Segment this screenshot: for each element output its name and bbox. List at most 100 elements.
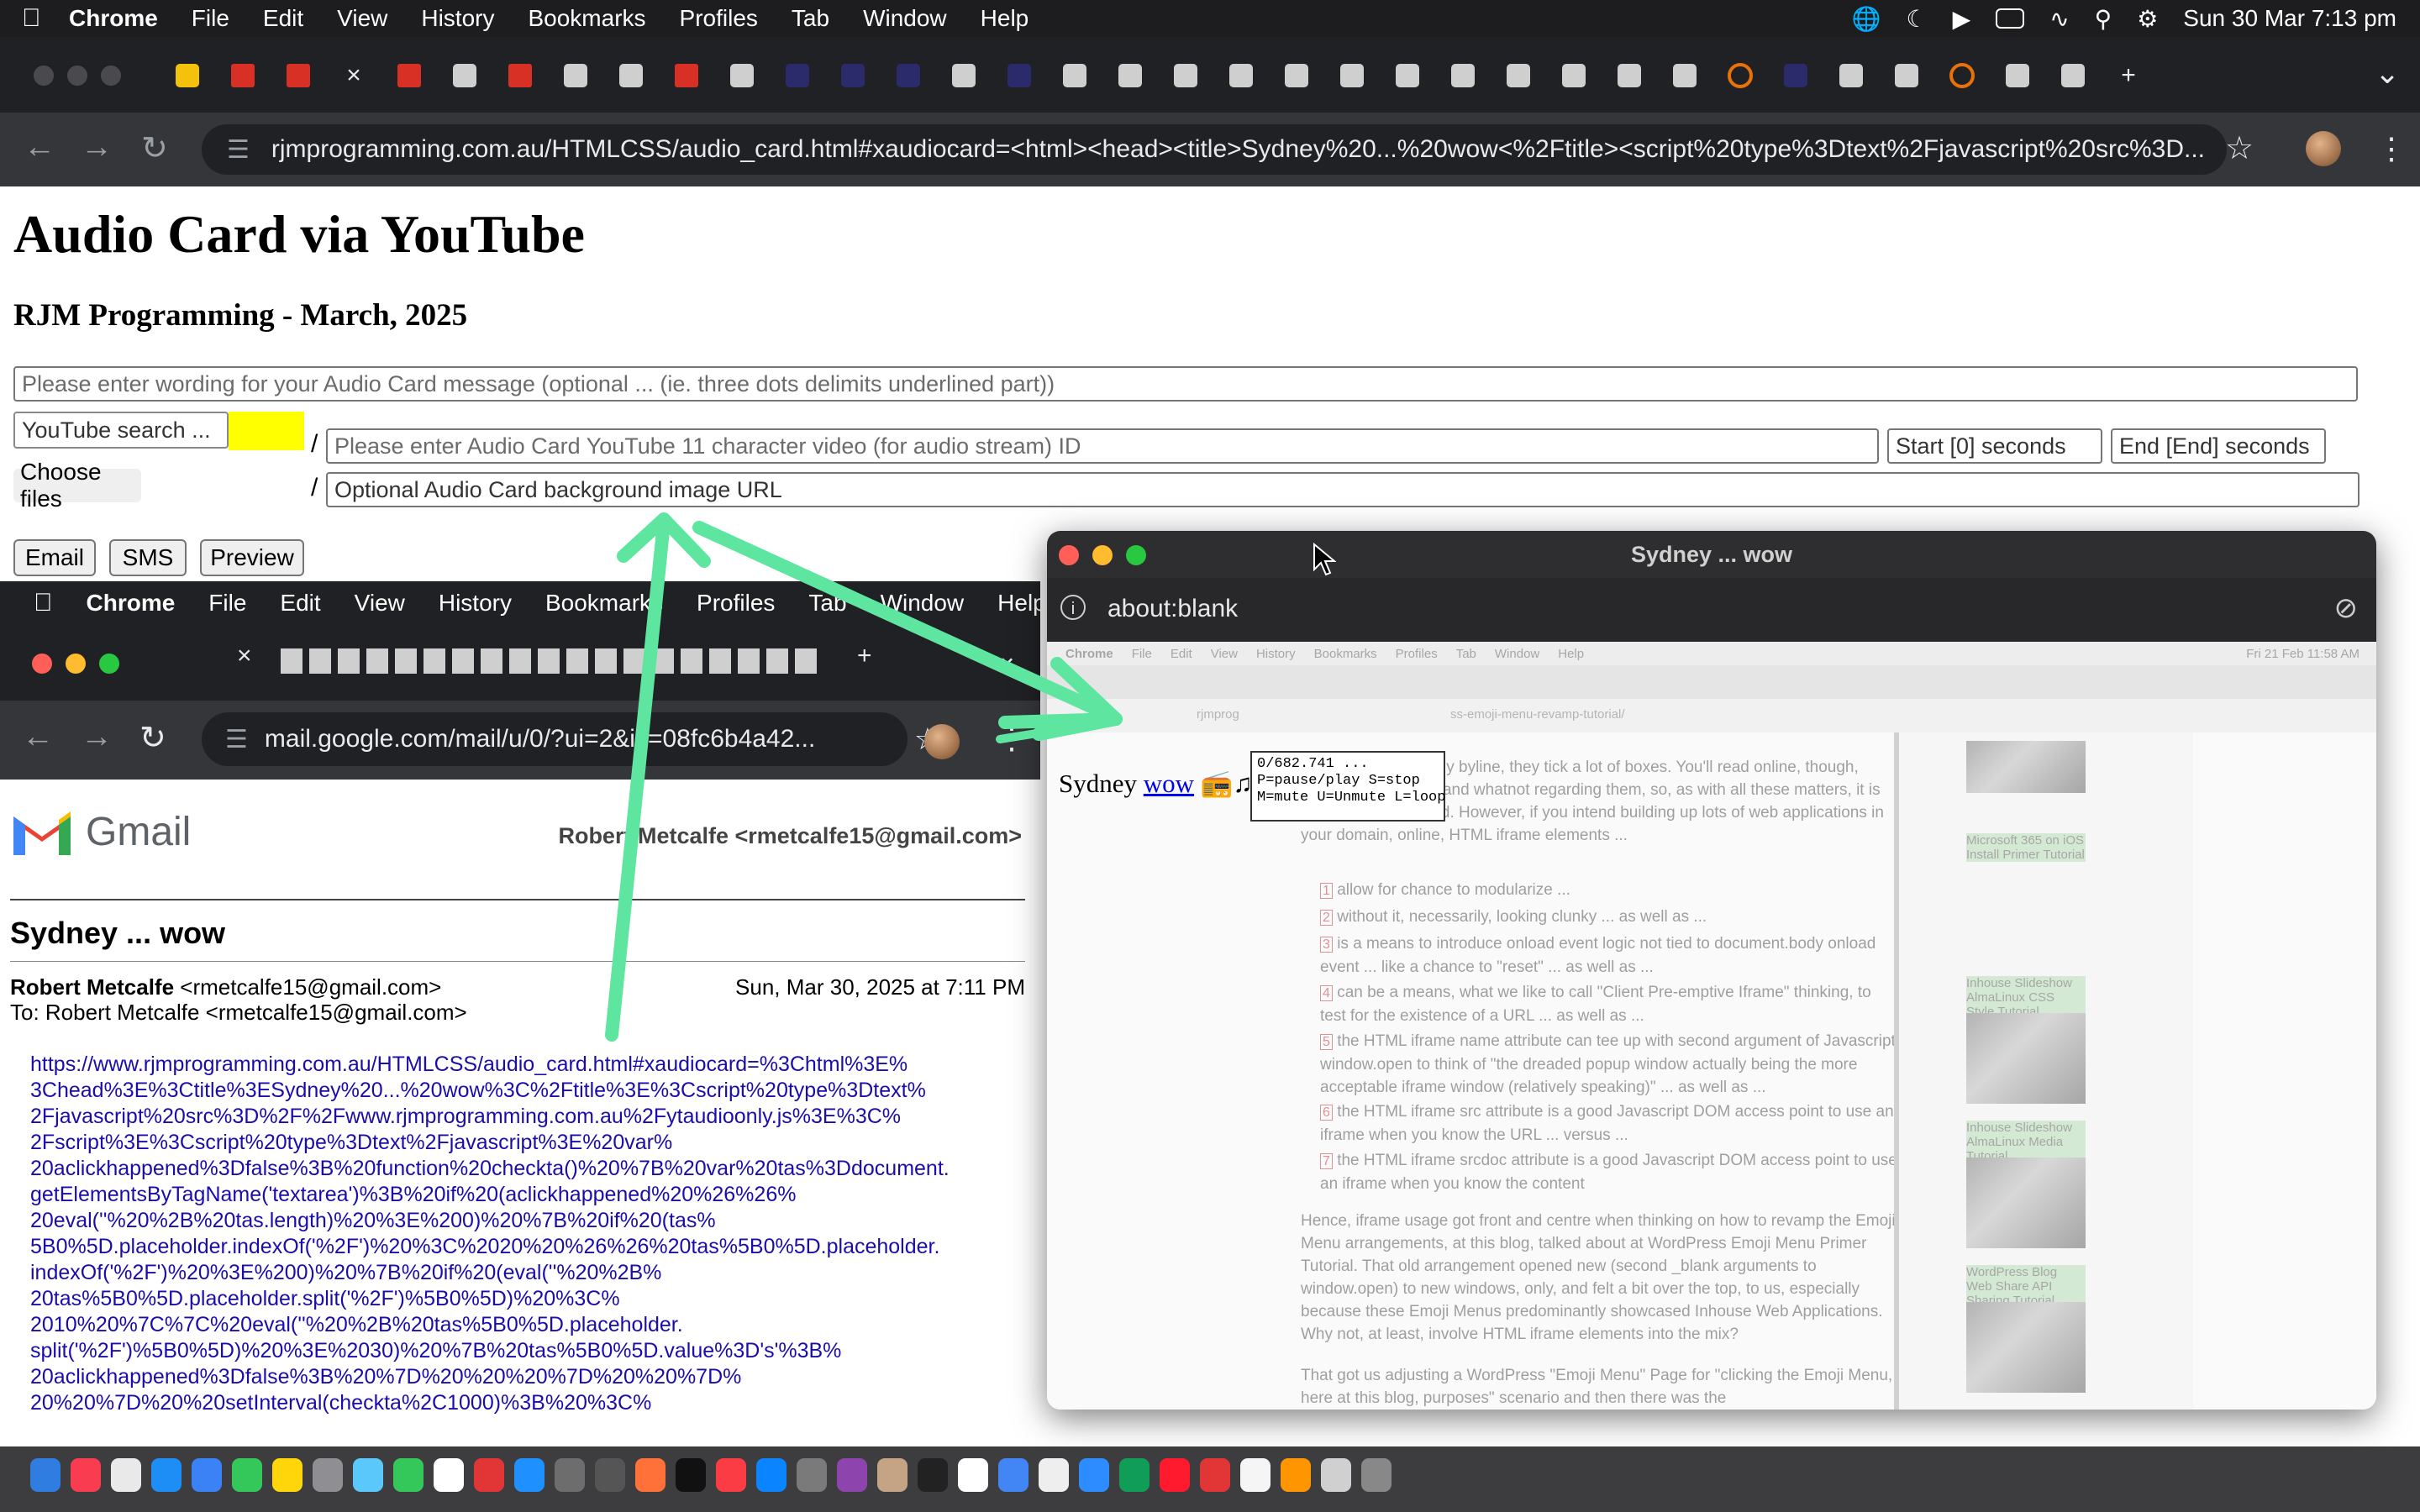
eye-slash-icon[interactable]: ⊘ bbox=[2334, 591, 2359, 625]
tab[interactable] bbox=[1435, 57, 1491, 94]
trash-icon[interactable] bbox=[1361, 1458, 1392, 1492]
menu-edit[interactable]: Edit bbox=[263, 5, 303, 32]
apple-tv-icon[interactable] bbox=[676, 1458, 706, 1492]
menu-file[interactable]: File bbox=[192, 5, 229, 32]
now-playing-icon[interactable]: ▶ bbox=[1953, 5, 1971, 33]
address-url[interactable]: rjmprogramming.com.au/HTMLCSS/audio_card… bbox=[271, 135, 2205, 164]
apple-menu-icon[interactable]:  bbox=[22, 4, 69, 33]
new-tab-button[interactable]: + bbox=[2101, 57, 2156, 94]
tab-search-chevron-icon[interactable]: ⌄ bbox=[997, 642, 1018, 671]
email-body-line[interactable]: 5B0%5D.placeholder.indexOf('%2F')%20%3C%… bbox=[30, 1234, 997, 1260]
calculator-icon[interactable] bbox=[555, 1458, 585, 1492]
reload-icon[interactable]: ↻ bbox=[141, 129, 168, 167]
more-menu-icon[interactable]: ⋮ bbox=[997, 721, 1027, 756]
tab[interactable] bbox=[1990, 57, 2045, 94]
textedit-icon[interactable] bbox=[434, 1458, 464, 1492]
address-bar[interactable]: ☰ rjmprogramming.com.au/HTMLCSS/audio_ca… bbox=[202, 124, 2227, 175]
background-image-url-input[interactable]: Optional Audio Card background image URL bbox=[326, 472, 2360, 507]
tab[interactable] bbox=[1047, 57, 1102, 94]
focus-moon-icon[interactable]: ☾ bbox=[1907, 5, 1928, 33]
control-center-icon[interactable]: ⚙ bbox=[2137, 5, 2158, 33]
email-body-line[interactable]: 20eval(''%20%2B%20tas.length)%20%3E%200)… bbox=[30, 1208, 997, 1234]
photos-icon[interactable] bbox=[353, 1458, 383, 1492]
utilities-icon[interactable] bbox=[595, 1458, 625, 1492]
email-body-line[interactable]: split('%2F')%5B0%5D)%20%3E%2030)%20%7B%2… bbox=[30, 1338, 997, 1364]
menu-file[interactable]: File bbox=[208, 590, 246, 617]
drive-icon[interactable] bbox=[1119, 1458, 1150, 1492]
menu-help[interactable]: Help bbox=[981, 5, 1029, 32]
popup-title-bar[interactable]: Sydney ... wow bbox=[1047, 531, 2376, 578]
wifi-icon[interactable]: ∿ bbox=[2049, 5, 2069, 33]
firefox-icon[interactable] bbox=[635, 1458, 666, 1492]
document-icon[interactable] bbox=[1240, 1458, 1270, 1492]
address-bar[interactable]: ☰ mail.google.com/mail/u/0/?ui=2&ik=08fc… bbox=[202, 712, 941, 766]
menu-tab[interactable]: Tab bbox=[808, 590, 846, 617]
menubar-clock[interactable]: Sun 30 Mar 7:13 pm bbox=[2183, 5, 2396, 32]
email-body-line[interactable]: 2010%20%7C%7C%20eval(''%20%2B%20tas%5B0%… bbox=[30, 1312, 997, 1338]
info-icon[interactable]: i bbox=[1060, 595, 1086, 620]
tab[interactable] bbox=[659, 57, 714, 94]
tab[interactable] bbox=[1823, 57, 1879, 94]
tab[interactable] bbox=[1712, 57, 1768, 94]
window-minimize-button[interactable] bbox=[66, 654, 86, 674]
end-seconds-input[interactable]: End [End] seconds bbox=[2111, 428, 2326, 464]
tab[interactable] bbox=[1102, 57, 1158, 94]
back-arrow-icon[interactable]: ← bbox=[22, 719, 54, 755]
address-url[interactable]: mail.google.com/mail/u/0/?ui=2&ik=08fc6b… bbox=[265, 725, 815, 753]
back-arrow-icon[interactable]: ← bbox=[24, 129, 55, 165]
safari-icon[interactable] bbox=[151, 1458, 182, 1492]
menu-history[interactable]: History bbox=[439, 590, 512, 617]
active-tab-close[interactable]: × bbox=[326, 57, 381, 94]
site-info-icon[interactable]: ☰ bbox=[227, 135, 250, 165]
terminal-icon[interactable] bbox=[918, 1458, 948, 1492]
radio-icon[interactable]: 📻 bbox=[1201, 769, 1234, 798]
tab[interactable] bbox=[271, 57, 326, 94]
podcasts-icon[interactable] bbox=[837, 1458, 867, 1492]
system-settings-icon[interactable] bbox=[797, 1458, 827, 1492]
reload-icon[interactable]: ↻ bbox=[139, 719, 166, 757]
zoom-icon[interactable] bbox=[1079, 1458, 1109, 1492]
message-underlined-link[interactable]: wow bbox=[1144, 769, 1194, 798]
email-body-line[interactable]: 20aclickhappened%3Dfalse%3B%20function%2… bbox=[30, 1156, 997, 1182]
tab-favicon-row[interactable] bbox=[281, 648, 822, 674]
reminders-icon[interactable] bbox=[111, 1458, 141, 1492]
plus-icon[interactable]: + bbox=[857, 642, 872, 670]
tab[interactable] bbox=[1657, 57, 1712, 94]
menu-app-name[interactable]: Chrome bbox=[87, 590, 176, 617]
window-close-button[interactable] bbox=[32, 654, 52, 674]
menu-history[interactable]: History bbox=[421, 5, 494, 32]
tab[interactable] bbox=[770, 57, 825, 94]
start-seconds-input[interactable]: Start [0] seconds bbox=[1887, 428, 2102, 464]
profile-avatar[interactable] bbox=[2306, 131, 2341, 166]
window-zoom-button[interactable] bbox=[1126, 545, 1146, 565]
notes-icon[interactable] bbox=[272, 1458, 302, 1492]
close-icon[interactable]: × bbox=[346, 61, 361, 90]
filezilla-icon[interactable] bbox=[1200, 1458, 1230, 1492]
tab[interactable] bbox=[1324, 57, 1380, 94]
tab[interactable] bbox=[1879, 57, 1934, 94]
tab[interactable] bbox=[437, 57, 492, 94]
email-body-line[interactable]: getElementsByTagName('textarea')%3B%20if… bbox=[30, 1182, 997, 1208]
tab[interactable] bbox=[1269, 57, 1324, 94]
preview-button[interactable]: Preview bbox=[200, 539, 304, 576]
email-body-line[interactable]: 20aclickhappened%3Dfalse%3B%20%7D%20%20%… bbox=[30, 1364, 997, 1390]
mail-icon[interactable] bbox=[192, 1458, 222, 1492]
messages-icon[interactable] bbox=[232, 1458, 262, 1492]
tab[interactable] bbox=[603, 57, 659, 94]
window-minimize-button[interactable] bbox=[67, 66, 87, 86]
tab[interactable] bbox=[1158, 57, 1213, 94]
more-menu-icon[interactable]: ⋮ bbox=[2376, 131, 2407, 166]
site-info-icon[interactable]: ☰ bbox=[225, 725, 248, 754]
chrome-icon[interactable] bbox=[998, 1458, 1028, 1492]
tab[interactable] bbox=[825, 57, 881, 94]
tab[interactable] bbox=[548, 57, 603, 94]
menu-tab[interactable]: Tab bbox=[792, 5, 829, 32]
battery-icon[interactable] bbox=[1996, 8, 2025, 29]
facetime-icon[interactable] bbox=[393, 1458, 424, 1492]
window-close-button[interactable] bbox=[1059, 545, 1079, 565]
profile-avatar[interactable] bbox=[924, 724, 960, 759]
menu-view[interactable]: View bbox=[355, 590, 405, 617]
close-icon[interactable]: × bbox=[237, 642, 252, 670]
message-textarea[interactable]: Please enter wording for your Audio Card… bbox=[13, 366, 2358, 402]
email-button[interactable]: Email bbox=[13, 539, 96, 576]
